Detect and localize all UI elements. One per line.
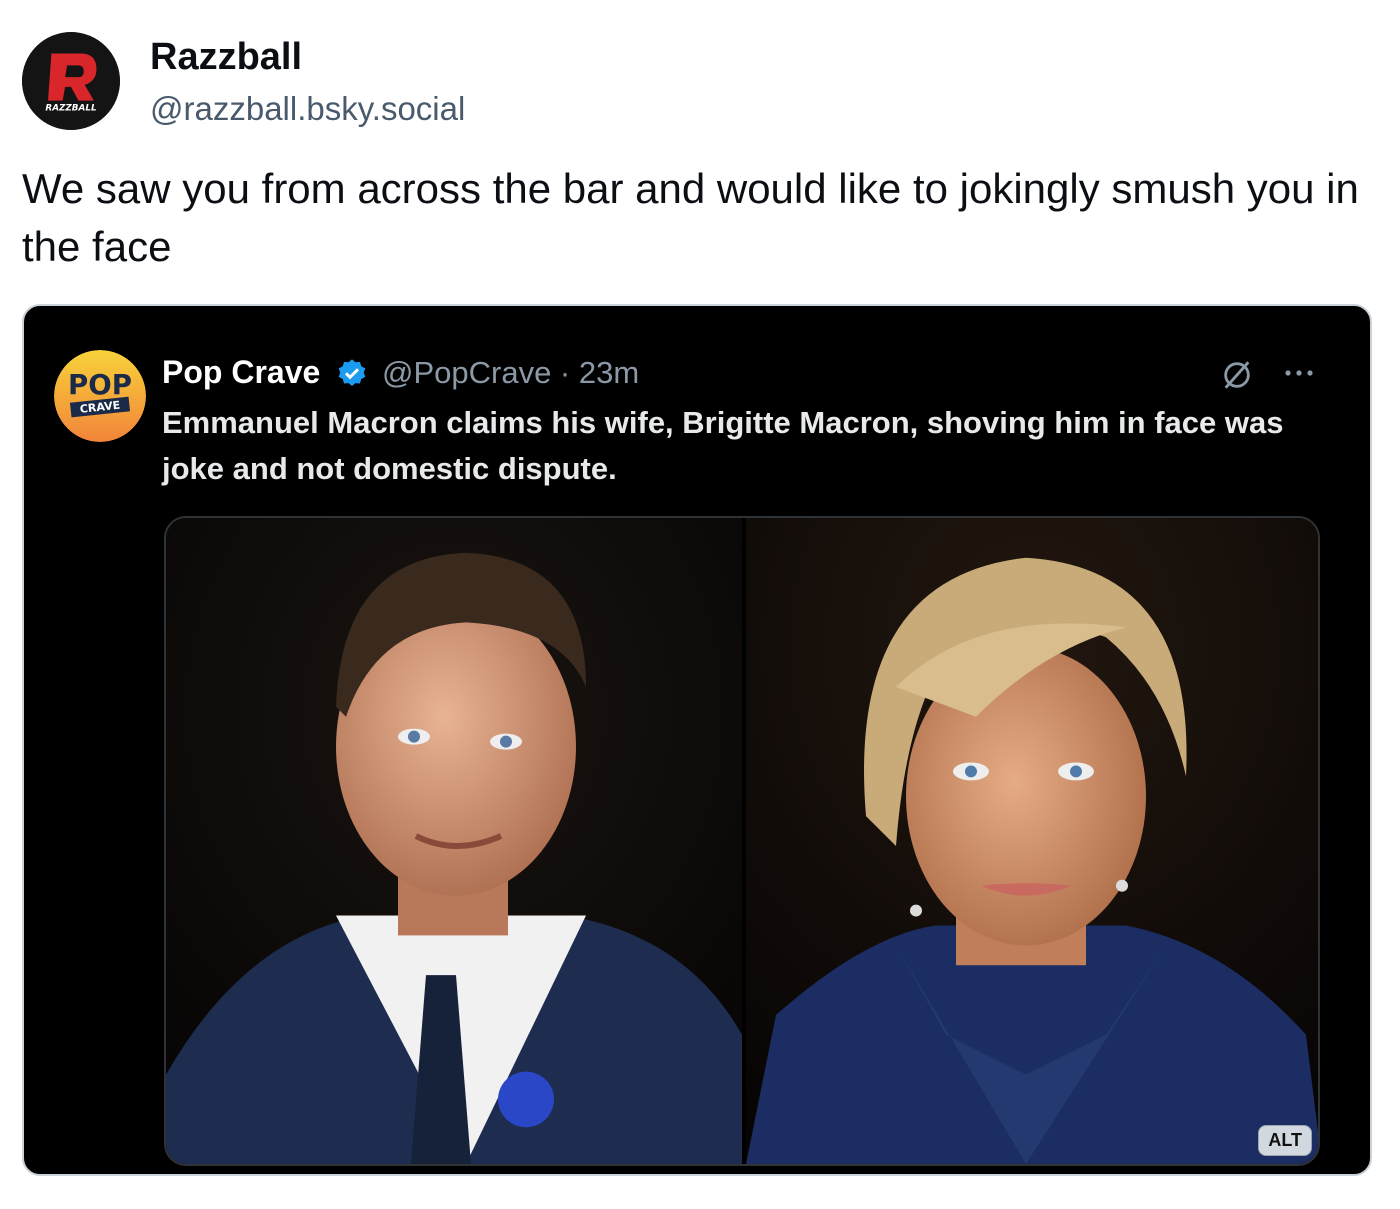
razzball-logo-icon: RAZZBALL (22, 32, 120, 130)
pop-crave-logo-icon: POP CRAVE (54, 350, 146, 442)
svg-text:RAZZBALL: RAZZBALL (45, 103, 96, 113)
svg-text:POP: POP (68, 368, 132, 401)
embedded-post-text: Emmanuel Macron claims his wife, Brigitt… (162, 405, 1284, 486)
post-text: We saw you from across the bar and would… (22, 165, 1359, 270)
verified-badge-icon (338, 359, 366, 386)
man-portrait-photo (166, 518, 742, 1164)
embedded-screenshot[interactable]: POP CRAVE Pop Crave @PopCrave · 23m Emma… (22, 304, 1372, 1176)
author-handle[interactable]: @razzball.bsky.social (150, 90, 465, 128)
woman-portrait-photo (746, 518, 1318, 1164)
alt-text-badge[interactable]: ALT (1258, 1125, 1312, 1156)
author-display-name[interactable]: Razzball (150, 36, 302, 79)
more-options-icon (1285, 370, 1313, 376)
embedded-author-name: Pop Crave (162, 354, 321, 390)
razzball-avatar[interactable]: RAZZBALL (22, 32, 120, 130)
embedded-author-handle: @PopCrave · 23m (382, 355, 640, 390)
pop-crave-avatar: POP CRAVE (54, 350, 146, 442)
grok-icon (1224, 361, 1250, 389)
embedded-photo-grid: ALT (164, 516, 1320, 1166)
